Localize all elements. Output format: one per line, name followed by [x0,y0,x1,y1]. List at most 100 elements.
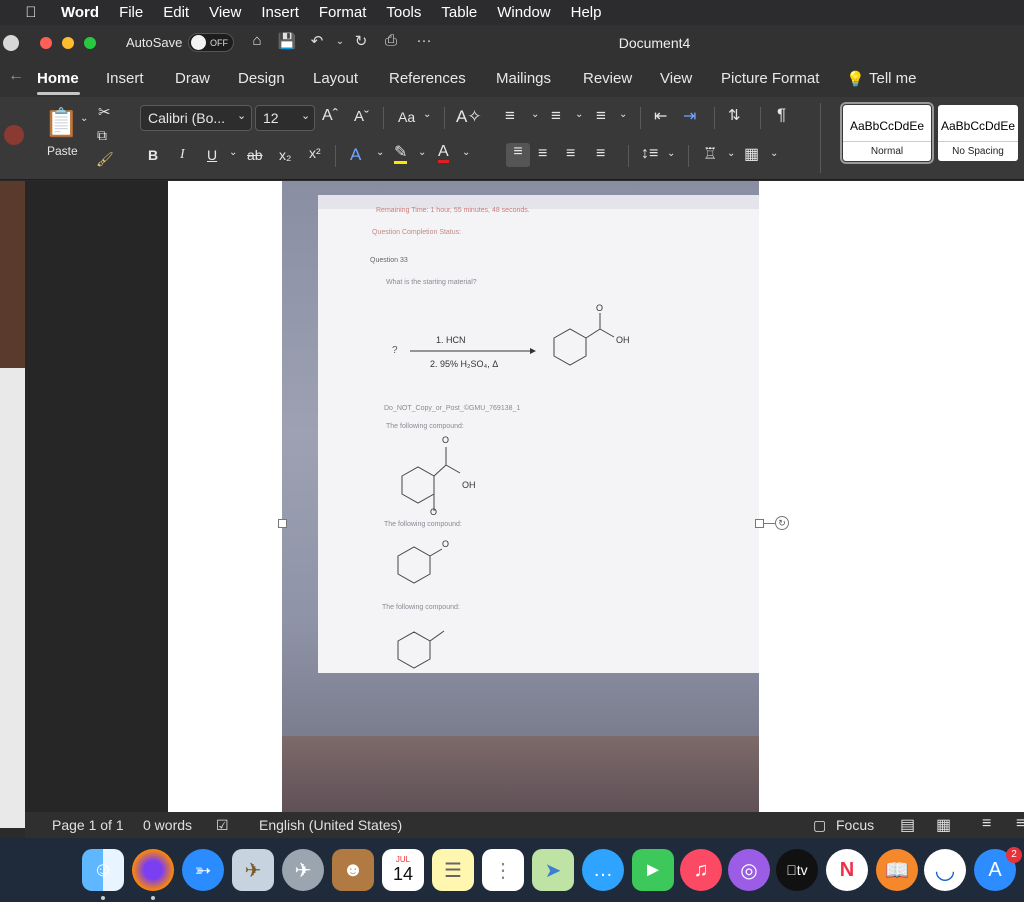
font-name-select[interactable]: Calibri (Bo... ⌄ [140,105,252,131]
underline-chevron-icon[interactable]: ⌄ [229,147,237,158]
change-case-button[interactable]: Aa [398,109,415,125]
shrink-font-icon[interactable]: Aˇ [354,108,369,125]
news-icon[interactable]: N [826,849,868,891]
paste-dropdown-icon[interactable]: ⌄ [80,113,88,124]
draft-view-icon[interactable]: ≡ [1016,815,1024,833]
bullets-icon[interactable]: ≡ [505,106,515,126]
proofing-icon[interactable]: ☑ [216,817,229,834]
tab-picture-format[interactable]: Picture Format [721,70,819,87]
text-effects-icon[interactable]: A [350,145,361,165]
tab-draw[interactable]: Draw [175,70,210,87]
menu-window[interactable]: Window [497,4,550,21]
firefox-icon[interactable] [132,849,174,891]
menu-help[interactable]: Help [571,4,602,21]
font-size-select[interactable]: 12 ⌄ [255,105,315,131]
menu-view[interactable]: View [209,4,241,21]
line-spacing-chevron-icon[interactable]: ⌄ [667,148,675,159]
notes-icon[interactable]: ☰ [432,849,474,891]
cut-icon[interactable]: ✂ [98,103,111,121]
strikethrough-button[interactable]: ab [247,147,263,163]
superscript-button[interactable]: x² [309,145,321,161]
page-count[interactable]: Page 1 of 1 [52,817,124,833]
outline-view-icon[interactable]: ≡ [982,815,991,833]
justify-icon[interactable]: ≡ [596,145,605,163]
font-color-chevron-icon[interactable]: ⌄ [462,147,470,158]
shading-chevron-icon[interactable]: ⌄ [727,148,735,159]
format-painter-icon[interactable]: 🖌 [96,151,114,168]
line-spacing-icon[interactable]: ↕≡ [641,145,658,163]
numbering-chevron-icon[interactable]: ⌄ [575,109,583,120]
music-icon[interactable]: ♫ [680,849,722,891]
launchpad-icon[interactable]: ✈ [282,849,324,891]
style-normal[interactable]: AaBbCcDdEe Normal [840,102,934,164]
tab-mailings[interactable]: Mailings [496,70,551,87]
messages-icon[interactable]: … [582,849,624,891]
podcasts-icon[interactable]: ◎ [728,849,770,891]
bold-button[interactable]: B [148,147,158,163]
increase-indent-icon[interactable]: ⇥ [683,106,696,126]
grow-font-icon[interactable]: Aˆ [322,107,338,125]
tab-insert[interactable]: Insert [106,70,144,87]
web-layout-icon[interactable]: ▦ [936,815,951,835]
inserted-photo[interactable]: Remaining Time: 1 hour, 55 minutes, 48 s… [282,181,759,812]
font-color-icon[interactable]: A [438,144,449,163]
bullets-chevron-icon[interactable]: ⌄ [531,109,539,120]
apple-tv-icon[interactable]: tv [776,849,818,891]
highlight-color-icon[interactable]: ✎ [394,145,408,164]
borders-chevron-icon[interactable]: ⌄ [770,148,778,159]
reminders-icon[interactable]: ⋮ [482,849,524,891]
menu-file[interactable]: File [119,4,143,21]
style-no-spacing[interactable]: AaBbCcDdEe No Spacing [938,105,1018,161]
resize-handle-left[interactable] [278,519,287,528]
maps-icon[interactable]: ➤ [532,849,574,891]
underline-button[interactable]: U [207,147,217,163]
copy-icon[interactable]: ⧉ [97,127,107,144]
print-layout-icon[interactable]: ▤ [900,815,915,835]
word-count[interactable]: 0 words [143,817,192,833]
align-center-icon[interactable]: ≡ [538,145,547,163]
menu-insert[interactable]: Insert [261,4,299,21]
highlight-chevron-icon[interactable]: ⌄ [418,147,426,158]
language[interactable]: English (United States) [259,817,402,833]
preview-icon[interactable]: ✈ [232,849,274,891]
tab-review[interactable]: Review [583,70,632,87]
calendar-icon[interactable]: JUL 14 [382,849,424,891]
shading-icon[interactable]: ♖ [703,144,717,164]
menu-format[interactable]: Format [319,4,367,21]
contacts-icon[interactable]: ☻ [332,849,374,891]
tab-references[interactable]: References [389,70,466,87]
finder-icon[interactable]: ☺ [82,849,124,891]
menu-edit[interactable]: Edit [163,4,189,21]
tab-layout[interactable]: Layout [313,70,358,87]
subscript-button[interactable]: x₂ [279,147,291,163]
align-right-icon[interactable]: ≡ [566,145,575,163]
show-formatting-marks-icon[interactable]: ¶ [777,105,786,125]
sort-icon[interactable]: ⇅ [728,106,741,124]
text-effects-chevron-icon[interactable]: ⌄ [376,147,384,158]
rotate-handle-icon[interactable]: ↻ [775,516,789,530]
focus-icon[interactable]: ▢ [813,817,826,834]
tab-design[interactable]: Design [238,70,285,87]
focus-button[interactable]: Focus [836,817,874,833]
menu-app-word[interactable]: Word [61,4,99,21]
multilevel-list-icon[interactable]: ≡ [596,106,606,126]
borders-icon[interactable]: ▦ [744,144,759,164]
tab-view[interactable]: View [660,70,692,87]
paste-icon[interactable]: 📋 [44,106,79,139]
facetime-icon[interactable]: ► [632,849,674,891]
clear-formatting-icon[interactable]: A✧ [456,107,482,127]
books-icon[interactable]: 📖 [876,849,918,891]
smile-app-icon[interactable]: ◡ [924,849,966,891]
change-case-chevron-icon[interactable]: ⌄ [423,109,431,120]
align-left-button[interactable]: ≡ [506,143,530,167]
decrease-indent-icon[interactable]: ⇤ [654,106,667,126]
menu-tools[interactable]: Tools [386,4,421,21]
multilevel-chevron-icon[interactable]: ⌄ [619,109,627,120]
tell-me-search[interactable]: Tell me [869,70,917,87]
menu-table[interactable]: Table [441,4,477,21]
tab-home[interactable]: Home [37,70,79,87]
numbering-icon[interactable]: ≡ [551,106,561,126]
apple-menu-icon[interactable]:  [22,4,40,21]
italic-button[interactable]: I [180,147,185,163]
safari-icon[interactable]: ➳ [182,849,224,891]
